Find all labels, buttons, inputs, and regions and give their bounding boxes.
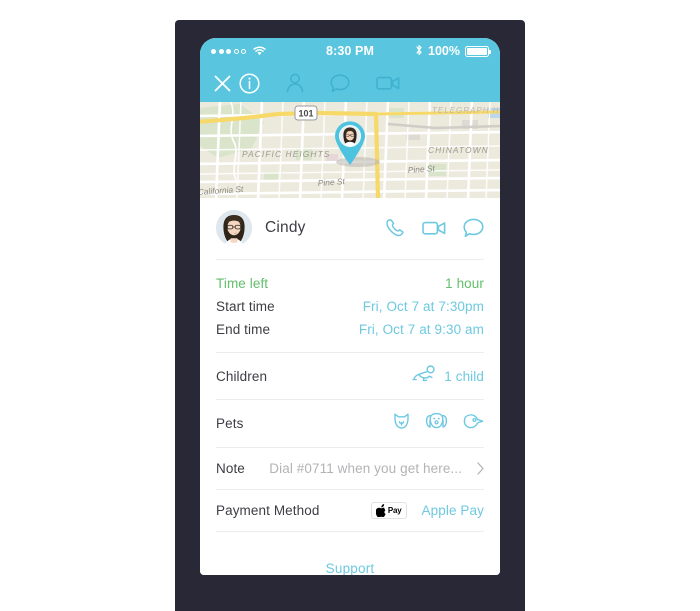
signal-dot <box>226 48 231 54</box>
message-button[interactable] <box>463 218 484 238</box>
note-label: Note <box>216 461 245 476</box>
support-link[interactable]: Support <box>326 561 375 575</box>
row-note[interactable]: Note Dial #0711 when you get here... <box>216 448 484 489</box>
wifi-icon <box>253 46 266 56</box>
signal-dot <box>241 48 246 54</box>
battery-full-icon <box>465 45 491 57</box>
row-start-time: Start time Fri, Oct 7 at 7:30pm <box>216 295 484 318</box>
highway-shield-101: 101 <box>294 105 318 121</box>
chevron-right-icon[interactable] <box>477 462 484 475</box>
svg-text:101: 101 <box>298 109 313 119</box>
video-call-button[interactable] <box>422 220 446 236</box>
apple-pay-badge: Pay <box>370 502 407 519</box>
svg-text:Pine St: Pine St <box>317 176 345 188</box>
pet-dog-icon[interactable] <box>425 412 448 435</box>
status-bar: 8:30 PM 100% <box>200 38 500 64</box>
end-time-label: End time <box>216 322 271 337</box>
avatar[interactable] <box>216 210 252 246</box>
nav-bar <box>200 64 500 102</box>
status-bar-right: 100% <box>415 44 491 59</box>
payment-value-group: Pay Apple Pay <box>370 502 484 519</box>
screenshot-stage: 8:30 PM 100% 101 PACIFIC HEIGHTS CHINATO… <box>0 0 700 611</box>
time-block: Time left 1 hour Start time Fri, Oct 7 a… <box>216 260 484 352</box>
end-time-value[interactable]: Fri, Oct 7 at 9:30 am <box>359 322 484 337</box>
payment-method-value: Apple Pay <box>421 503 484 518</box>
signal-strength-icon <box>211 48 246 54</box>
bluetooth-icon <box>415 44 423 59</box>
svg-text:Pine St: Pine St <box>407 163 435 175</box>
time-left-value: 1 hour <box>445 276 484 291</box>
support-section: Support <box>216 532 484 575</box>
tab-profile[interactable] <box>286 73 304 93</box>
children-label: Children <box>216 368 268 384</box>
row-time-left: Time left 1 hour <box>216 272 484 295</box>
children-value-group: 1 child <box>412 365 484 387</box>
phone-icon[interactable] <box>385 218 405 238</box>
tab-chat[interactable] <box>330 73 350 93</box>
apple-logo-icon <box>375 504 386 517</box>
nav-tabs <box>239 72 400 94</box>
detail-rows: Time left 1 hour Start time Fri, Oct 7 a… <box>200 260 500 575</box>
svg-text:CHINATOWN: CHINATOWN <box>428 145 489 155</box>
pet-bird-icon[interactable] <box>462 413 484 435</box>
profile-actions <box>385 218 484 238</box>
time-left-label: Time left <box>216 276 269 291</box>
signal-dot <box>211 48 216 54</box>
pet-cat-icon[interactable] <box>392 412 411 435</box>
note-value-group: Dial #0711 when you get here... <box>269 461 484 476</box>
apple-pay-badge-text: Pay <box>387 506 402 515</box>
signal-dot <box>218 48 224 54</box>
map-view[interactable]: 101 PACIFIC HEIGHTS CHINATOWN TELEGRAPH … <box>200 102 500 198</box>
payment-method-label: Payment Method <box>216 503 320 518</box>
row-children[interactable]: Children 1 child <box>216 353 484 399</box>
profile-name: Cindy <box>265 219 306 236</box>
profile-row: Cindy <box>200 198 500 259</box>
phone-screen: 8:30 PM 100% 101 PACIFIC HEIGHTS CHINATO… <box>200 38 500 575</box>
row-pets[interactable]: Pets <box>216 400 484 447</box>
tab-video[interactable] <box>376 75 400 91</box>
signal-dot <box>233 48 239 54</box>
battery-percent-label: 100% <box>428 44 460 58</box>
children-value: 1 child <box>444 368 484 384</box>
baby-crawling-icon <box>412 365 437 387</box>
pets-label: Pets <box>216 416 244 431</box>
row-end-time: End time Fri, Oct 7 at 9:30 am <box>216 318 484 341</box>
map-pin-avatar-icon[interactable] <box>333 120 367 166</box>
svg-text:TELEGRAPH HILL: TELEGRAPH HILL <box>432 106 500 115</box>
start-time-label: Start time <box>216 299 275 314</box>
start-time-value[interactable]: Fri, Oct 7 at 7:30pm <box>363 299 484 314</box>
close-icon[interactable] <box>214 75 231 92</box>
tab-info[interactable] <box>239 72 260 94</box>
svg-text:PACIFIC HEIGHTS: PACIFIC HEIGHTS <box>242 149 330 159</box>
row-payment-method[interactable]: Payment Method Pay Apple Pay <box>216 490 484 531</box>
detail-card: Cindy Time left 1 hour Start time Fri, O… <box>200 198 500 575</box>
note-value: Dial #0711 when you get here... <box>269 461 462 476</box>
pets-icon-group <box>392 412 484 435</box>
